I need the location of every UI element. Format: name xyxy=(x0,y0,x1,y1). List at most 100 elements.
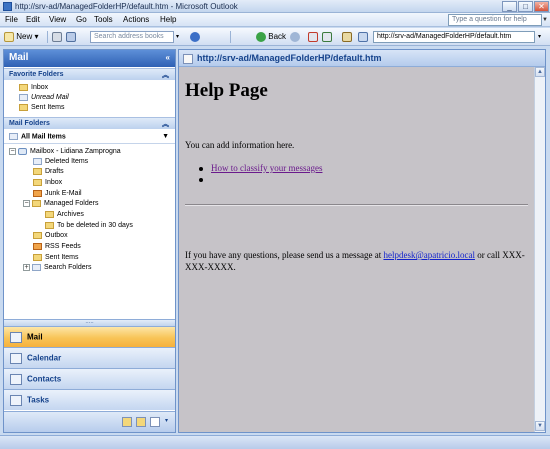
chevron-down-icon[interactable]: ▼ xyxy=(162,133,169,140)
bullet-icon xyxy=(199,177,203,182)
folder-label: Inbox xyxy=(31,84,49,91)
menu-help[interactable]: Help xyxy=(160,15,176,24)
title-bar: http://srv-ad/ManagedFolderHP/default.ht… xyxy=(0,0,550,13)
back-button[interactable]: Back xyxy=(256,31,286,43)
toolbar-separator xyxy=(47,31,48,43)
window-title: http://srv-ad/ManagedFolderHP/default.ht… xyxy=(15,2,238,11)
back-button-label: Back xyxy=(268,32,287,41)
standard-toolbar: New ▾ Search address books ▾ Back http:/… xyxy=(0,28,550,46)
nav-tasks-button[interactable]: Tasks xyxy=(4,389,175,410)
folder-archives[interactable]: Archives xyxy=(45,210,84,220)
intro-text: You can add information here. xyxy=(185,140,295,150)
favorite-folders-header[interactable]: Favorite Folders ︽ xyxy=(4,68,175,80)
ask-dropdown-icon[interactable]: ▼ xyxy=(542,17,548,23)
address-book-button[interactable] xyxy=(66,31,76,43)
inbox-icon xyxy=(33,178,42,186)
collapse-pane-icon[interactable]: « xyxy=(166,53,170,62)
classify-messages-link[interactable]: How to classify your messages xyxy=(211,163,322,173)
vertical-scrollbar[interactable]: ▲ ▼ xyxy=(534,67,545,432)
folder-to-be-deleted[interactable]: To be deleted in 30 days xyxy=(45,221,133,231)
folder-inbox[interactable]: Inbox xyxy=(33,178,62,188)
folder-managed-folders[interactable]: − Managed Folders xyxy=(23,199,98,209)
folder-label: Sent Items xyxy=(31,104,65,111)
nav-calendar-button[interactable]: Calendar xyxy=(4,347,175,368)
list-item xyxy=(199,174,211,184)
web-content: Help Page You can add information here. … xyxy=(179,67,534,432)
favorite-sent-items[interactable]: Sent Items xyxy=(19,103,64,113)
address-url-input[interactable]: http://srv-ad/ManagedFolderHP/default.ht… xyxy=(373,31,535,43)
folder-list-icon[interactable] xyxy=(136,417,146,427)
new-dropdown-icon[interactable]: ▾ xyxy=(34,32,38,41)
maximize-button[interactable]: □ xyxy=(518,1,533,12)
helpdesk-email-link[interactable]: helpdesk@apatricio.local xyxy=(383,250,475,260)
notes-icon[interactable] xyxy=(122,417,132,427)
folder-label: Unread Mail xyxy=(31,94,69,101)
folder-header: http://srv-ad/ManagedFolderHP/default.ht… xyxy=(179,50,545,67)
ask-question-input[interactable]: Type a question for help xyxy=(448,14,542,26)
configure-buttons-icon[interactable]: ▾ xyxy=(165,417,168,424)
mail-icon xyxy=(10,332,22,343)
stop-icon xyxy=(308,31,318,42)
expand-toggle-icon[interactable]: + xyxy=(23,263,30,271)
favorite-inbox[interactable]: Inbox xyxy=(19,83,48,93)
pane-splitter[interactable]: ..... xyxy=(4,319,175,326)
collapse-chevron-icon[interactable]: ︽ xyxy=(162,119,169,129)
tasks-icon xyxy=(10,395,22,406)
stop-button[interactable] xyxy=(308,31,318,43)
folder-icon xyxy=(19,103,28,111)
folder-label: Drafts xyxy=(45,168,64,175)
print-button[interactable] xyxy=(52,31,62,43)
menu-edit[interactable]: Edit xyxy=(26,15,40,24)
menu-file[interactable]: File xyxy=(5,15,18,24)
folder-label: To be deleted in 30 days xyxy=(57,222,133,229)
folder-outbox[interactable]: Outbox xyxy=(33,231,68,241)
close-button[interactable]: ✕ xyxy=(534,1,549,12)
new-button[interactable]: New ▾ xyxy=(4,31,39,43)
menu-go[interactable]: Go xyxy=(76,15,87,24)
search-dropdown-icon[interactable]: ▾ xyxy=(176,31,179,43)
home-button[interactable] xyxy=(342,31,352,43)
folder-deleted-items[interactable]: Deleted Items xyxy=(33,157,88,167)
sent-items-icon xyxy=(33,253,42,261)
folder-drafts[interactable]: Drafts xyxy=(33,167,64,177)
menu-tools[interactable]: Tools xyxy=(94,15,113,24)
folder-search-folders[interactable]: + Search Folders xyxy=(23,263,91,273)
menu-actions[interactable]: Actions xyxy=(123,15,149,24)
favorite-unread-mail[interactable]: Unread Mail xyxy=(19,93,69,103)
calendar-icon xyxy=(10,353,22,364)
shortcuts-icon[interactable] xyxy=(150,417,160,427)
scroll-down-icon[interactable]: ▼ xyxy=(535,421,545,431)
search-folder-icon xyxy=(19,93,28,101)
outbox-icon xyxy=(33,231,42,239)
folder-label: Junk E-Mail xyxy=(45,190,82,197)
scroll-up-icon[interactable]: ▲ xyxy=(535,67,545,77)
folder-label: Archives xyxy=(57,211,84,218)
url-dropdown-icon[interactable]: ▾ xyxy=(538,31,541,43)
nav-label: Calendar xyxy=(27,353,62,363)
mailbox-icon xyxy=(18,147,27,155)
folder-sent-items[interactable]: Sent Items xyxy=(33,253,78,263)
help-button[interactable] xyxy=(190,31,200,43)
forward-button[interactable] xyxy=(290,31,300,43)
status-bar xyxy=(0,435,550,449)
nav-contacts-button[interactable]: Contacts xyxy=(4,368,175,389)
mailbox-root[interactable]: − Mailbox - Lidiana Zamprogna xyxy=(9,147,121,157)
search-address-books-input[interactable]: Search address books xyxy=(90,31,174,43)
folder-rss-feeds[interactable]: RSS Feeds xyxy=(33,242,81,252)
all-mail-items-selector[interactable]: All Mail Items ▼ xyxy=(4,130,175,144)
menu-view[interactable]: View xyxy=(49,15,66,24)
nav-mail-button[interactable]: Mail xyxy=(4,326,175,347)
mail-folders-header[interactable]: Mail Folders ︽ xyxy=(4,117,175,129)
contact-paragraph: If you have any questions, please send u… xyxy=(185,249,528,273)
toolbar-separator xyxy=(230,31,231,43)
collapse-toggle-icon[interactable]: − xyxy=(9,147,16,155)
nav-label: Mail xyxy=(27,332,43,342)
collapse-toggle-icon[interactable]: − xyxy=(23,199,30,207)
new-item-icon xyxy=(4,31,14,42)
collapse-chevron-icon[interactable]: ︽ xyxy=(162,70,169,80)
web-toolbar-button[interactable] xyxy=(358,31,368,43)
minimize-button[interactable]: _ xyxy=(502,1,517,12)
refresh-button[interactable] xyxy=(322,31,332,43)
print-icon xyxy=(52,31,62,42)
folder-junk-email[interactable]: Junk E-Mail xyxy=(33,189,82,199)
